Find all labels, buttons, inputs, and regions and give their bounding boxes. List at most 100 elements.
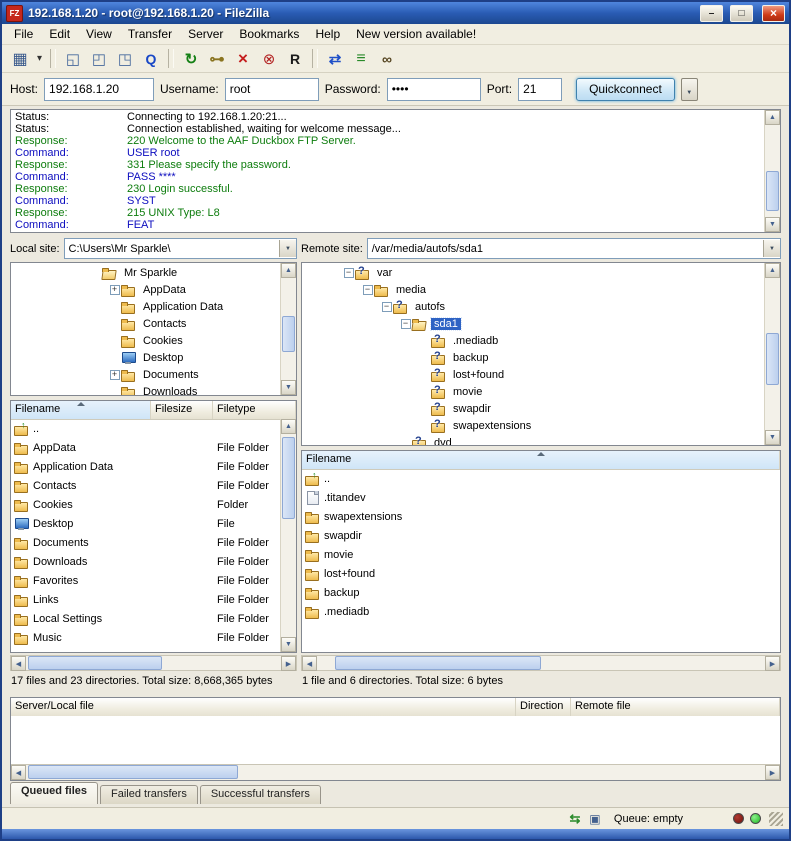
disconnect-icon[interactable] <box>257 47 281 70</box>
directory-comparison-icon[interactable] <box>323 47 347 70</box>
vertical-scrollbar[interactable] <box>280 419 296 652</box>
find-files-icon[interactable] <box>375 47 399 70</box>
resize-grip[interactable] <box>769 812 783 826</box>
expander-icon[interactable] <box>418 385 431 398</box>
queue-tab[interactable]: Queued files <box>10 782 98 804</box>
menu-item[interactable]: Help <box>307 24 348 44</box>
tree-item[interactable]: Mr Sparkle <box>11 264 279 281</box>
toggle-queue-icon[interactable] <box>139 47 163 70</box>
horizontal-scrollbar[interactable] <box>11 764 780 780</box>
local-site-combobox[interactable]: C:\Users\Mr Sparkle\ <box>64 238 297 259</box>
file-row[interactable]: lost+found <box>302 564 780 583</box>
quickconnect-button[interactable]: Quickconnect <box>576 78 675 101</box>
scrollbar-track[interactable] <box>26 656 281 670</box>
scroll-left-icon[interactable] <box>11 765 26 780</box>
menu-item[interactable]: Transfer <box>120 24 180 44</box>
expander-icon[interactable] <box>342 266 355 279</box>
expander-icon[interactable] <box>399 317 412 330</box>
scroll-up-icon[interactable] <box>765 110 780 125</box>
menu-item[interactable]: Edit <box>41 24 78 44</box>
expander-icon[interactable] <box>418 402 431 415</box>
scrollbar-track[interactable] <box>765 278 780 430</box>
scrollbar-thumb[interactable] <box>282 437 295 519</box>
expander-icon[interactable] <box>418 334 431 347</box>
expander-icon[interactable] <box>399 436 412 445</box>
tree-item[interactable]: swapextensions <box>302 417 763 434</box>
tree-item[interactable]: Desktop <box>11 349 279 366</box>
horizontal-scrollbar[interactable] <box>10 655 297 671</box>
file-row[interactable]: .. <box>11 419 279 438</box>
expander-icon[interactable] <box>108 283 121 296</box>
file-row[interactable]: Local Settings File Folder <box>11 609 279 628</box>
chevron-down-icon[interactable] <box>763 240 780 257</box>
file-row[interactable]: swapdir <box>302 526 780 545</box>
quickconnect-dropdown-button[interactable] <box>681 78 698 101</box>
expander-icon[interactable] <box>108 317 121 330</box>
column-header-filetype[interactable]: Filetype <box>213 401 296 419</box>
column-header-filesize[interactable]: Filesize <box>151 401 213 419</box>
tree-item[interactable]: swapdir <box>302 400 763 417</box>
vertical-scrollbar[interactable] <box>764 263 780 445</box>
menu-item[interactable]: Server <box>180 24 231 44</box>
scrollbar-thumb[interactable] <box>766 333 779 385</box>
tree-item[interactable]: var <box>302 264 763 281</box>
scroll-down-icon[interactable] <box>765 430 780 445</box>
tree-item[interactable]: .mediadb <box>302 332 763 349</box>
file-row[interactable]: .titandev <box>302 488 780 507</box>
scroll-down-icon[interactable] <box>281 637 296 652</box>
tree-item[interactable]: Contacts <box>11 315 279 332</box>
file-row[interactable]: AppData File Folder <box>11 438 279 457</box>
horizontal-scrollbar[interactable] <box>301 655 781 671</box>
scrollbar-track[interactable] <box>765 125 780 217</box>
process-queue-icon[interactable] <box>205 47 229 70</box>
file-row[interactable]: Cookies Folder <box>11 495 279 514</box>
scrollbar-thumb[interactable] <box>766 171 779 211</box>
expander-icon[interactable] <box>108 334 121 347</box>
title-bar[interactable]: FZ 192.168.1.20 - root@192.168.1.20 - Fi… <box>2 2 789 24</box>
queue-tab[interactable]: Failed transfers <box>100 785 198 804</box>
queue-tab[interactable]: Successful transfers <box>200 785 321 804</box>
file-row[interactable]: Documents File Folder <box>11 533 279 552</box>
scroll-left-icon[interactable] <box>302 656 317 671</box>
scroll-down-icon[interactable] <box>765 217 780 232</box>
expander-icon[interactable] <box>418 419 431 432</box>
expander-icon[interactable] <box>108 368 121 381</box>
tree-item[interactable]: media <box>302 281 763 298</box>
column-header-remote-file[interactable]: Remote file <box>571 698 780 716</box>
port-input[interactable] <box>518 78 562 101</box>
toggle-message-log-icon[interactable] <box>61 47 85 70</box>
reconnect-icon[interactable] <box>283 47 307 70</box>
scrollbar-thumb[interactable] <box>28 656 162 670</box>
expander-icon[interactable] <box>108 351 121 364</box>
expander-icon[interactable] <box>361 283 374 296</box>
synchronized-browsing-status-icon[interactable] <box>566 811 584 827</box>
chevron-down-icon[interactable] <box>279 240 296 257</box>
tree-item[interactable]: backup <box>302 349 763 366</box>
scrollbar-thumb[interactable] <box>282 316 295 352</box>
scrollbar-thumb[interactable] <box>28 765 238 779</box>
scroll-up-icon[interactable] <box>281 263 296 278</box>
synchronized-browsing-icon[interactable] <box>349 47 373 70</box>
scroll-down-icon[interactable] <box>281 380 296 395</box>
column-header-filename[interactable]: Filename <box>11 401 151 419</box>
column-header-filename[interactable]: Filename <box>302 451 780 469</box>
file-row[interactable]: movie <box>302 545 780 564</box>
tree-item[interactable]: lost+found <box>302 366 763 383</box>
site-manager-icon[interactable] <box>8 47 32 70</box>
scroll-up-icon[interactable] <box>765 263 780 278</box>
menu-item[interactable]: File <box>6 24 41 44</box>
file-row[interactable]: .mediadb <box>302 602 780 621</box>
menu-item[interactable]: View <box>78 24 120 44</box>
refresh-icon[interactable] <box>179 47 203 70</box>
expander-icon[interactable] <box>418 351 431 364</box>
file-row[interactable]: Links File Folder <box>11 590 279 609</box>
toggle-remote-tree-icon[interactable] <box>113 47 137 70</box>
vertical-scrollbar[interactable] <box>764 110 780 232</box>
menu-item[interactable]: New version available! <box>348 24 484 44</box>
menu-item[interactable]: Bookmarks <box>231 24 307 44</box>
file-row[interactable]: Favorites File Folder <box>11 571 279 590</box>
tree-item[interactable]: Downloads <box>11 383 279 395</box>
file-row[interactable]: Application Data File Folder <box>11 457 279 476</box>
cancel-icon[interactable] <box>231 47 255 70</box>
expander-icon[interactable] <box>108 385 121 395</box>
